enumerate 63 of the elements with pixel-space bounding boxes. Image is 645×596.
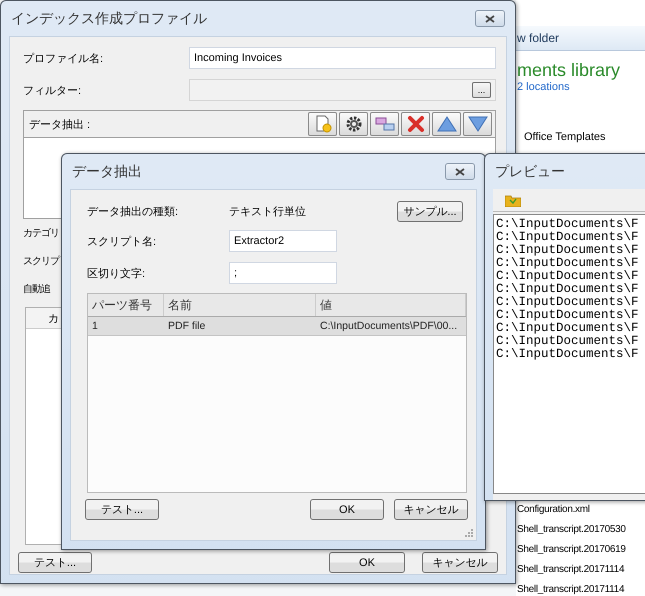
input-field[interactable]: Incoming Invoices bbox=[189, 47, 496, 69]
settings-icon[interactable] bbox=[339, 112, 368, 136]
type-value: テキスト行単位 bbox=[229, 204, 307, 218]
table-row[interactable]: 1 PDF file C:\InputDocuments\PDF\00... bbox=[88, 317, 466, 336]
field-label: カテゴリ bbox=[23, 227, 59, 240]
linked-boxes-icon[interactable] bbox=[370, 112, 399, 136]
test-button[interactable]: テスト... bbox=[85, 499, 159, 520]
field-label: プロファイル名: bbox=[23, 52, 104, 66]
new-document-icon[interactable] bbox=[308, 112, 337, 136]
field-label: スクリプ bbox=[23, 254, 59, 268]
window-title: インデックス作成プロファイル bbox=[11, 10, 207, 28]
file-item[interactable]: Shell_transcript.20170619 bbox=[517, 543, 626, 556]
locations-link[interactable]: 2 locations bbox=[517, 81, 570, 93]
library-title: ments library bbox=[517, 60, 620, 81]
field-label: データ抽出の種類: bbox=[87, 204, 180, 218]
column-header[interactable]: パーツ番号 bbox=[88, 294, 164, 316]
cancel-button[interactable]: キャンセル bbox=[394, 499, 468, 520]
table-cell: 1 bbox=[92, 320, 98, 332]
preview-line: C:\InputDocuments\F bbox=[496, 244, 640, 257]
preview-line: C:\InputDocuments\F bbox=[496, 283, 640, 296]
field-label: 自動追 bbox=[23, 283, 50, 296]
file-item[interactable]: Shell_transcript.20171114 bbox=[517, 563, 624, 576]
preview-line: C:\InputDocuments\F bbox=[496, 335, 640, 348]
ok-button[interactable]: OK bbox=[329, 552, 405, 573]
column-header: カ bbox=[48, 312, 59, 326]
preview-line: C:\InputDocuments\F bbox=[496, 270, 640, 283]
delete-icon[interactable] bbox=[401, 112, 430, 136]
close-button[interactable] bbox=[475, 10, 505, 27]
window-title: プレビュー bbox=[495, 162, 565, 180]
preview-line: C:\InputDocuments\F bbox=[496, 296, 640, 309]
column-header[interactable]: 値 bbox=[316, 294, 466, 316]
input-field[interactable]: Extractor2 bbox=[229, 230, 337, 252]
test-button[interactable]: テスト... bbox=[18, 552, 92, 573]
ok-button[interactable]: OK bbox=[310, 499, 384, 520]
field-label: スクリプト名: bbox=[87, 234, 158, 248]
column-header[interactable]: 名前 bbox=[164, 294, 316, 316]
preview-line: C:\InputDocuments\F bbox=[496, 218, 640, 231]
field-label: 区切り文字: bbox=[87, 266, 146, 280]
preview-line: C:\InputDocuments\F bbox=[496, 231, 640, 244]
sample-button[interactable]: サンプル... bbox=[397, 200, 463, 222]
preview-line: C:\InputDocuments\F bbox=[496, 309, 640, 322]
field-label: フィルター: bbox=[23, 84, 82, 98]
input-field[interactable]: ; bbox=[229, 262, 337, 284]
close-icon bbox=[485, 14, 495, 22]
table-cell: C:\InputDocuments\PDF\00... bbox=[320, 320, 458, 332]
preview-line: C:\InputDocuments\F bbox=[496, 322, 640, 335]
file-item[interactable]: Shell_transcript.20170530 bbox=[517, 523, 626, 536]
table-cell: PDF file bbox=[168, 320, 206, 332]
folder-icon[interactable] bbox=[505, 194, 521, 206]
preview-line: C:\InputDocuments\F bbox=[496, 348, 640, 361]
move-down-icon[interactable] bbox=[463, 112, 492, 136]
panel-label: データ抽出 : bbox=[29, 118, 92, 132]
new-folder-button[interactable]: w folder bbox=[517, 31, 560, 45]
preview-line: C:\InputDocuments\F bbox=[496, 257, 640, 270]
cancel-button[interactable]: キャンセル bbox=[422, 552, 498, 573]
move-up-icon[interactable] bbox=[432, 112, 461, 136]
folder-item[interactable]: Office Templates bbox=[524, 131, 606, 143]
close-icon bbox=[455, 168, 465, 176]
close-button[interactable] bbox=[445, 163, 475, 180]
resize-grip-icon[interactable] bbox=[465, 529, 473, 537]
dialog-title: データ抽出 bbox=[72, 162, 142, 180]
file-item[interactable]: Configuration.xml bbox=[517, 503, 590, 516]
file-item[interactable]: Shell_transcript.20171114 bbox=[517, 583, 624, 596]
